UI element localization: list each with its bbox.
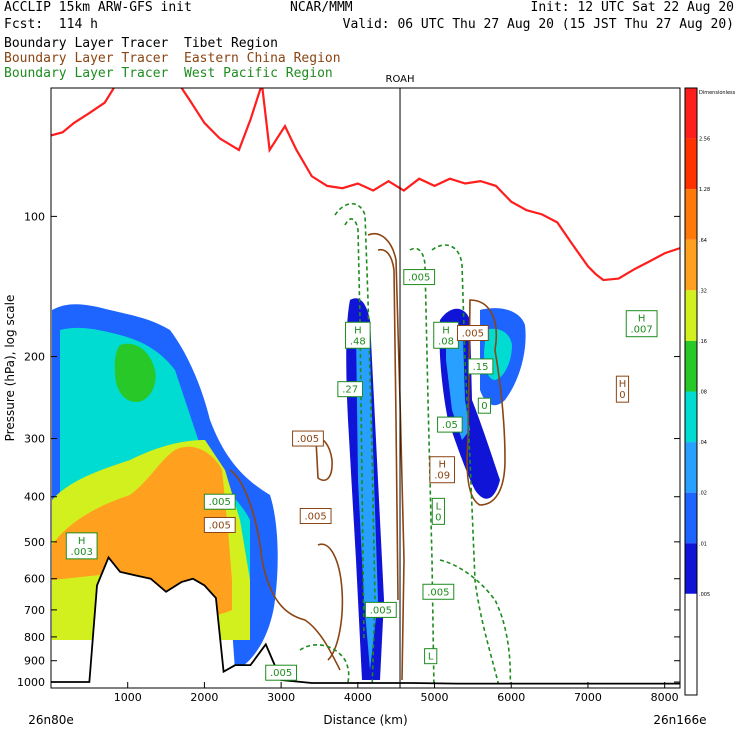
contour-label: H [354, 325, 362, 336]
contour-label: .005 [270, 668, 292, 679]
cross-section-chart: H.003.005.005.005.005.005H.48.27.005H.08… [3, 74, 736, 727]
colorbar-segment [685, 189, 697, 240]
y-tick-label: 800 [24, 631, 45, 644]
contour-label: .007 [631, 325, 653, 336]
contour-label: H [442, 325, 450, 336]
contour-label: 0 [481, 401, 487, 412]
colorbar-label: .32 [699, 288, 707, 294]
contour-label: .05 [442, 420, 458, 431]
y-tick-label: 1000 [17, 676, 45, 689]
colorbar-title: Dimensionless [699, 90, 736, 96]
y-tick-label: 600 [24, 573, 45, 586]
y-tick-label: 900 [24, 655, 45, 668]
x-tick-label: 4000 [344, 691, 372, 704]
contour-label: L [428, 652, 434, 663]
x-tick-label: 8000 [651, 691, 679, 704]
contour-label: H [638, 314, 646, 325]
y-tick-label: 400 [24, 491, 45, 504]
x-tick-label: 6000 [497, 691, 525, 704]
colorbar-label: .04 [699, 440, 707, 446]
y-tick-label: 300 [24, 433, 45, 446]
contour-label: .003 [71, 547, 93, 558]
contour-label: .005 [408, 273, 430, 284]
y-axis-label: Pressure (hPa), log scale [3, 295, 17, 442]
contour-label: .005 [209, 497, 231, 508]
x-tick-label: 2000 [190, 691, 218, 704]
colorbar-label: .64 [699, 238, 707, 244]
right-end-label: 26n166e [653, 713, 706, 727]
contour-label: .08 [438, 336, 454, 347]
colorbar-segment [685, 138, 697, 190]
colorbar-segment [685, 340, 697, 392]
contour-label: .09 [434, 471, 450, 482]
y-tick-label: 500 [24, 536, 45, 549]
eastern-china-contour [317, 543, 344, 661]
contour-label: .005 [305, 512, 327, 523]
roah-marker-label: ROAH [386, 74, 415, 85]
x-axis-label: Distance (km) [323, 713, 407, 727]
contour-label: 0 [435, 512, 441, 523]
colorbar-label: .02 [699, 491, 707, 497]
x-tick-label: 7000 [574, 691, 602, 704]
contour-label: H [619, 379, 627, 390]
colorbar-label: 1.28 [699, 187, 710, 193]
colorbar-segment [685, 543, 697, 594]
colorbar-segment [685, 442, 697, 493]
colorbar: 2.56 1.28 .64 .32 .16 .08 .04 .02 .01 .005 Dimensi… [684, 87, 736, 696]
contour-label: 0 [619, 390, 625, 401]
x-tick-label: 1000 [114, 691, 142, 704]
colorbar-label: 2.56 [699, 137, 710, 143]
colorbar-segment [685, 88, 697, 139]
x-tick-label: 3000 [267, 691, 295, 704]
contour-label: .005 [297, 434, 319, 445]
colorbar-segment [685, 492, 697, 544]
y-tick-label: 700 [24, 604, 45, 617]
contour-label: .005 [427, 587, 449, 598]
contour-label: L [436, 501, 442, 512]
x-tick-label: 5000 [421, 691, 449, 704]
colorbar-segment [685, 644, 697, 695]
y-tick-label: 200 [24, 351, 45, 364]
colorbar-segment [685, 391, 697, 443]
colorbar-label: .16 [699, 339, 707, 345]
contour-label: .005 [370, 605, 392, 616]
contour-label: H [438, 460, 446, 471]
colorbar-label: .01 [699, 541, 707, 547]
colorbar-segment [685, 239, 697, 291]
colorbar-segment [685, 593, 697, 645]
contour-label: .48 [350, 336, 366, 347]
contour-label: .005 [462, 328, 484, 339]
contour-label: .27 [342, 385, 358, 396]
colorbar-label: .005 [699, 592, 710, 598]
contour-label: H [78, 536, 86, 547]
colorbar-segment [685, 290, 697, 341]
colorbar-label: .08 [699, 390, 707, 396]
contour-label: .15 [473, 362, 489, 373]
contour-label: .005 [209, 520, 231, 531]
y-tick-label: 100 [24, 210, 45, 223]
left-end-label: 26n80e [28, 713, 74, 727]
